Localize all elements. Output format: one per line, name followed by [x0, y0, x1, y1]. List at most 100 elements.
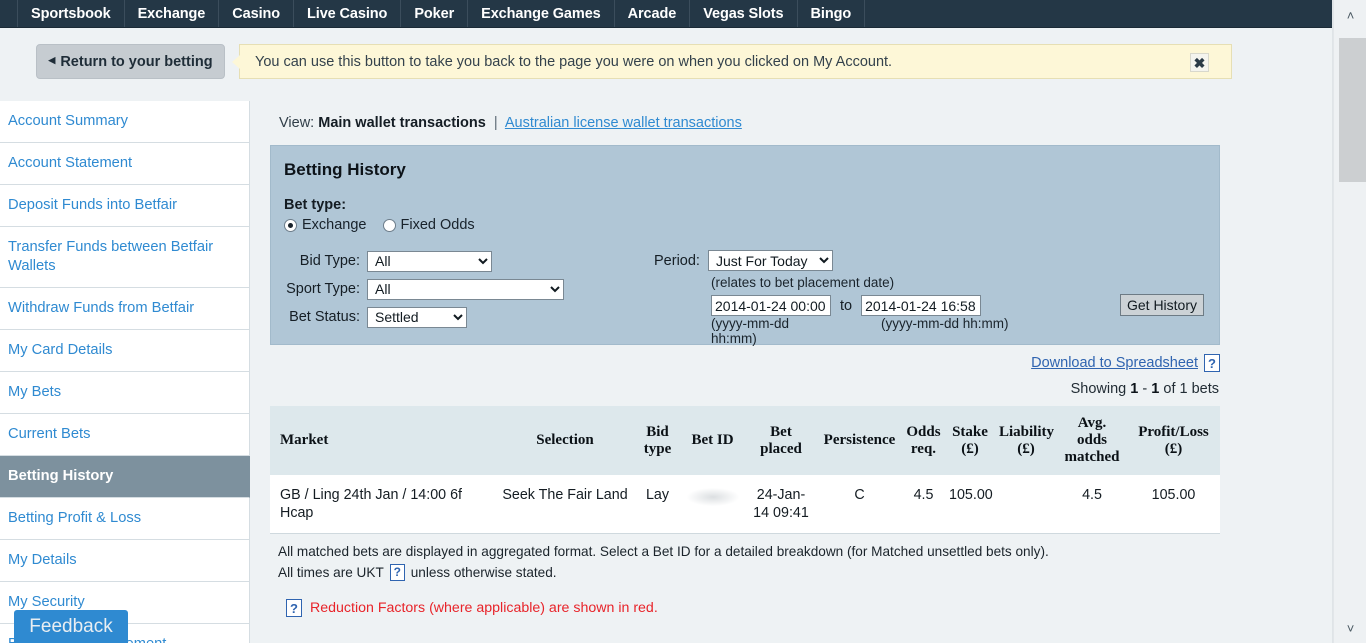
account-sidebar: Account Summary Account Statement Deposi… — [0, 101, 250, 643]
table-row: GB / Ling 24th Jan / 14:00 6f Hcap Seek … — [270, 475, 1220, 534]
sidebar-item-betting-history[interactable]: Betting History — [0, 456, 250, 498]
sidebar-item-my-details[interactable]: My Details — [0, 540, 250, 582]
bid-type-select[interactable]: All — [367, 250, 492, 272]
reduction-factors-note: ? Reduction Factors (where applicable) a… — [278, 599, 1220, 617]
bet-status-select[interactable]: Settled — [367, 306, 467, 328]
radio-fixed-odds-label: Fixed Odds — [400, 217, 475, 233]
left-caret-icon: ◀ — [48, 55, 56, 65]
table-footnotes: All matched bets are displayed in aggreg… — [270, 534, 1220, 617]
bid-type-label: Bid Type: — [299, 253, 360, 269]
column-header-market[interactable]: Market — [270, 406, 495, 475]
top-navigation-bar: Sportsbook Exchange Casino Live Casino P… — [0, 0, 1333, 28]
sidebar-item-betting-profit-loss[interactable]: Betting Profit & Loss — [0, 498, 250, 540]
feedback-tab[interactable]: Feedback — [14, 610, 128, 643]
cell-persistence: C — [817, 475, 902, 534]
footnote-line-1: All matched bets are displayed in aggreg… — [278, 544, 1049, 559]
period-select[interactable]: Just For Today — [707, 250, 833, 271]
nav-item-exchange[interactable]: Exchange — [125, 0, 220, 27]
cell-odds-req: 4.5 — [902, 475, 945, 534]
column-header-selection[interactable]: Selection — [495, 406, 635, 475]
period-block: Period: Just For Today (relates to bet p… — [654, 250, 1009, 346]
period-label: Period: — [654, 252, 700, 269]
cell-bet-placed: 24-Jan-14 09:41 — [745, 475, 817, 534]
cell-selection: Seek The Fair Land — [495, 475, 635, 534]
betting-history-filter-panel: Betting History Bet type: Exchange Fixed… — [270, 145, 1220, 346]
date-from-input[interactable] — [711, 295, 831, 316]
radio-option-fixed-odds[interactable]: Fixed Odds — [382, 217, 475, 233]
sidebar-item-label: My Bets — [8, 384, 62, 400]
column-header-persistence[interactable]: Persistence — [817, 406, 902, 475]
radio-exchange-icon[interactable] — [284, 218, 297, 232]
download-to-spreadsheet-link[interactable]: Download to Spreadsheet — [1031, 355, 1198, 371]
column-header-avg-odds-matched[interactable]: Avg. odds matched — [1057, 406, 1127, 475]
showing-from: 1 — [1130, 381, 1139, 397]
column-header-bet-placed[interactable]: Bet placed — [745, 406, 817, 475]
help-icon[interactable]: ? — [1204, 354, 1220, 372]
cell-profit-loss: 105.00 — [1127, 475, 1220, 534]
sidebar-item-deposit-funds[interactable]: Deposit Funds into Betfair — [0, 185, 250, 227]
sidebar-item-label: Account Summary — [8, 113, 128, 129]
column-header-bid-type[interactable]: Bid type — [635, 406, 680, 475]
nav-item-casino[interactable]: Casino — [219, 0, 295, 27]
page-root: Sportsbook Exchange Casino Live Casino P… — [0, 0, 1366, 643]
main-content: View: Main wallet transactions | Austral… — [270, 101, 1333, 617]
view-current-wallet: Main wallet transactions — [318, 115, 486, 131]
get-history-button[interactable]: Get History — [1119, 294, 1204, 316]
sidebar-item-label: My Details — [8, 552, 77, 568]
sidebar-item-account-summary[interactable]: Account Summary — [0, 101, 250, 143]
scroll-up-arrow-icon[interactable]: ˄ — [1334, 2, 1366, 28]
nav-left-spacer — [0, 0, 18, 27]
sidebar-item-transfer-funds[interactable]: Transfer Funds between Betfair Wallets — [0, 227, 250, 288]
page-title: Betting History — [284, 160, 406, 179]
scroll-down-arrow-icon[interactable]: ˅ — [1334, 615, 1366, 641]
footnote-times-prefix: All times are UKT — [278, 565, 384, 580]
radio-exchange-label: Exchange — [302, 217, 367, 233]
nav-item-bingo[interactable]: Bingo — [798, 0, 866, 27]
return-to-betting-button[interactable]: ◀ Return to your betting — [36, 44, 225, 79]
view-australian-wallet-link[interactable]: Australian license wallet transactions — [505, 115, 742, 131]
nav-item-live-casino[interactable]: Live Casino — [294, 0, 402, 27]
radio-fixed-odds-icon[interactable] — [382, 218, 396, 232]
sidebar-item-account-statement[interactable]: Account Statement — [0, 143, 250, 185]
sidebar-item-my-bets[interactable]: My Bets — [0, 372, 250, 414]
showing-suffix: of 1 bets — [1163, 381, 1219, 397]
nav-item-poker[interactable]: Poker — [401, 0, 469, 27]
column-header-liability[interactable]: Liability (£) — [995, 406, 1057, 475]
vertical-scrollbar[interactable]: ˄ ˅ — [1333, 0, 1366, 643]
scrollbar-thumb[interactable] — [1339, 38, 1366, 182]
showing-count: Showing 1 - 1 of 1 bets — [270, 372, 1220, 406]
cell-bet-id[interactable] — [680, 475, 745, 534]
sport-type-select[interactable]: All — [367, 278, 564, 300]
radio-option-exchange[interactable]: Exchange — [284, 217, 367, 233]
nav-item-sportsbook[interactable]: Sportsbook — [18, 0, 125, 27]
sidebar-item-current-bets[interactable]: Current Bets — [0, 414, 250, 456]
column-header-profit-loss[interactable]: Profit/Loss (£) — [1127, 406, 1220, 475]
filter-fields: Bid Type: All Sport Type: All Bet Status… — [284, 250, 1219, 346]
sidebar-item-my-card-details[interactable]: My Card Details — [0, 330, 250, 372]
sport-type-label: Sport Type: — [286, 281, 360, 297]
help-icon[interactable]: ? — [286, 599, 302, 617]
column-header-stake[interactable]: Stake (£) — [945, 406, 995, 475]
cell-liability — [995, 475, 1057, 534]
nav-item-vegas-slots[interactable]: Vegas Slots — [690, 0, 798, 27]
bet-type-label: Bet type: — [284, 197, 347, 213]
date-from-format-hint: (yyyy-mm-dd hh:mm) — [711, 316, 789, 346]
view-separator: | — [493, 115, 498, 131]
help-icon[interactable]: ? — [389, 564, 405, 581]
sidebar-item-label: Transfer Funds between Betfair Wallets — [8, 239, 214, 274]
column-header-bet-id[interactable]: Bet ID — [680, 406, 745, 475]
nav-item-exchange-games[interactable]: Exchange Games — [468, 0, 615, 27]
footnote-times-suffix: unless otherwise stated. — [410, 565, 557, 580]
footnote-line-2: All times are UKT ? unless otherwise sta… — [278, 562, 1220, 583]
column-header-odds-req[interactable]: Odds req. — [902, 406, 945, 475]
showing-to: 1 — [1151, 381, 1160, 397]
sidebar-item-label: My Card Details — [8, 342, 113, 358]
table-header-row: Market Selection Bid type Bet ID Bet pla… — [270, 406, 1220, 475]
bet-id-redacted-blur — [686, 488, 739, 506]
sidebar-item-withdraw-funds[interactable]: Withdraw Funds from Betfair — [0, 288, 250, 330]
view-line: View: Main wallet transactions | Austral… — [270, 101, 1333, 141]
nav-item-arcade[interactable]: Arcade — [615, 0, 691, 27]
date-to-input[interactable] — [861, 295, 982, 316]
period-note: (relates to bet placement date) — [711, 275, 895, 290]
close-icon[interactable]: ✖ — [1190, 53, 1209, 72]
